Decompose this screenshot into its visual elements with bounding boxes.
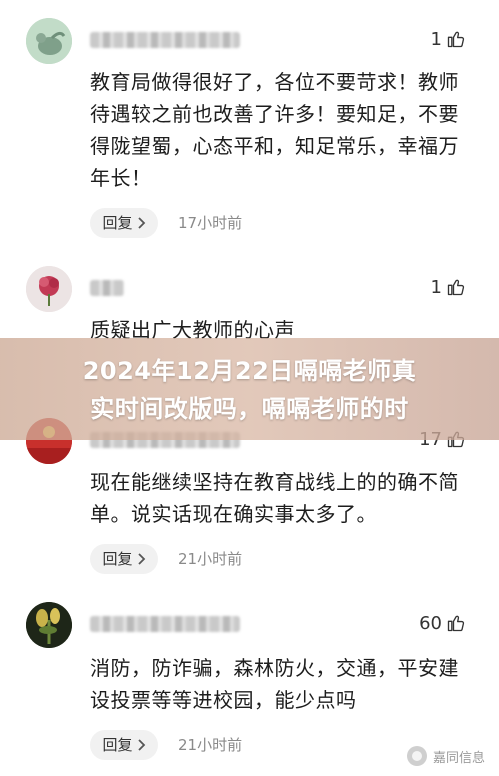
banner-title-line-1: 2024年12月22日嗝嗝老师真	[82, 357, 417, 385]
reply-button[interactable]: 回复	[90, 544, 158, 574]
reply-label: 回复	[102, 736, 133, 754]
comment-text: 现在能继续坚持在教育战线上的的确不简单。说实话现在确实事太多了。	[90, 470, 459, 526]
username-blurred[interactable]	[90, 616, 240, 632]
title-banner: 2024年12月22日嗝嗝老师真 实时间改版吗，嗝嗝老师的时	[0, 338, 499, 440]
chevron-right-icon	[137, 217, 145, 229]
thumbs-up-icon	[447, 279, 465, 296]
chevron-right-icon	[137, 553, 145, 565]
banner-title-line-2: 实时间改版吗，嗝嗝老师的时	[90, 395, 409, 423]
like-control[interactable]: 1	[431, 274, 466, 300]
comment-item: 17 现在能继续坚持在教育战线上的的确不简单。说实话现在确实事太多了。 回复 2…	[0, 418, 499, 588]
avatar[interactable]	[26, 18, 72, 64]
username-blurred[interactable]	[90, 32, 240, 48]
reply-button[interactable]: 回复	[90, 730, 158, 760]
comment-text: 教育局做得很好了，各位不要苛求！教师待遇较之前也改善了许多！要知足，不要得陇望蜀…	[90, 70, 459, 190]
like-control[interactable]: 60	[419, 610, 466, 636]
reply-label: 回复	[102, 550, 133, 568]
avatar[interactable]	[26, 602, 72, 648]
timestamp: 17小时前	[178, 214, 243, 232]
watermark: 嘉同信息	[406, 746, 485, 766]
like-count: 60	[419, 612, 442, 634]
reply-button[interactable]: 回复	[90, 208, 158, 238]
comment-item: 1 教育局做得很好了，各位不要苛求！教师待遇较之前也改善了许多！要知足，不要得陇…	[0, 18, 499, 248]
banner-title: 2024年12月22日嗝嗝老师真 实时间改版吗，嗝嗝老师的时	[0, 352, 499, 428]
like-control[interactable]: 1	[431, 26, 466, 52]
reply-label: 回复	[102, 214, 133, 232]
timestamp: 21小时前	[178, 736, 243, 754]
avatar[interactable]	[26, 266, 72, 312]
comment-text: 消防，防诈骗，森林防火，交通，平安建设投票等等进校园，能少点吗	[90, 656, 459, 712]
like-count: 1	[430, 276, 442, 298]
comment-item: 1 质疑出广大教师的心声	[0, 266, 499, 346]
watermark-logo-icon	[406, 746, 427, 766]
timestamp: 21小时前	[178, 550, 243, 568]
username-blurred[interactable]	[90, 280, 124, 296]
thumbs-up-icon	[447, 31, 465, 48]
watermark-text: 嘉同信息	[432, 750, 485, 766]
like-count: 1	[430, 28, 442, 50]
chevron-right-icon	[137, 739, 145, 751]
thumbs-up-icon	[447, 615, 465, 632]
